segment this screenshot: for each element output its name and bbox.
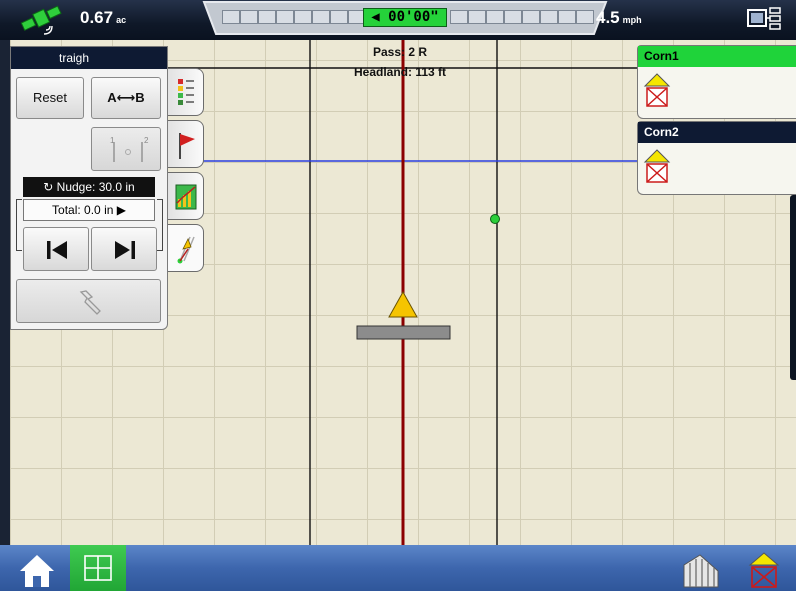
product-seed-icon bbox=[643, 73, 671, 107]
lightbar-segment bbox=[240, 10, 258, 24]
top-status-bar: 0.67 ac ◀ 00'00" 4.5 mph bbox=[0, 0, 796, 40]
lightbar-segment bbox=[576, 10, 594, 24]
nudge-value: Nudge: 30.0 in bbox=[56, 180, 135, 194]
lightbar-segment bbox=[276, 10, 294, 24]
area-value: 0.67 bbox=[80, 8, 114, 27]
lightbar-segment bbox=[312, 10, 330, 24]
headland-label: Headland: 113 ft bbox=[353, 65, 447, 79]
lightbar-segment bbox=[222, 10, 240, 24]
product-panel-corn2[interactable]: Corn2 bbox=[637, 121, 796, 195]
gps-point-marker bbox=[490, 214, 500, 224]
nudge-total-button[interactable]: Total: 0.0 in ▶ bbox=[23, 199, 155, 221]
vehicle-icon bbox=[388, 290, 418, 318]
lightbar-segment bbox=[504, 10, 522, 24]
nudge-label: ↻ Nudge: 30.0 in bbox=[23, 177, 155, 197]
legend-icon bbox=[178, 79, 194, 105]
lightbar: ◀ 00'00" bbox=[200, 0, 610, 36]
lightbar-segment bbox=[294, 10, 312, 24]
chart-icon bbox=[175, 184, 197, 210]
area-readout: 0.67 ac bbox=[80, 8, 126, 28]
skip-back-icon bbox=[47, 241, 67, 259]
product-control-icon[interactable] bbox=[744, 551, 784, 589]
nudge-right-button[interactable] bbox=[91, 227, 157, 271]
pass-label: Pass: 2 R bbox=[372, 45, 428, 59]
lightbar-segment bbox=[330, 10, 348, 24]
display-settings-icon[interactable] bbox=[746, 6, 782, 32]
cross-track-error: ◀ 00'00" bbox=[363, 8, 447, 27]
guidance-panel: traigh Reset A⟷B 1 2 ↻ Nudge: 30.0 in To… bbox=[10, 46, 168, 330]
legend-tab[interactable] bbox=[168, 68, 204, 116]
product-name: Corn1 bbox=[638, 46, 796, 67]
product-panel-corn1[interactable]: Corn1 bbox=[637, 45, 796, 119]
bottom-nav-bar bbox=[0, 545, 796, 591]
product-name: Corn2 bbox=[638, 122, 796, 143]
home-icon[interactable] bbox=[14, 551, 60, 589]
skip-forward-icon bbox=[115, 241, 135, 259]
lightbar-segment bbox=[558, 10, 576, 24]
flag-icon bbox=[179, 133, 195, 159]
wrench-icon bbox=[79, 290, 101, 315]
bin-icon[interactable] bbox=[680, 551, 724, 589]
nudge-left-button[interactable] bbox=[23, 227, 89, 271]
lightbar-segment bbox=[258, 10, 276, 24]
ab-line-button[interactable]: A⟷B bbox=[91, 77, 161, 119]
gps-status-icon[interactable] bbox=[20, 4, 64, 36]
lightbar-segment bbox=[486, 10, 504, 24]
implement-boom bbox=[356, 325, 451, 340]
lightbar-segment bbox=[522, 10, 540, 24]
svg-text:2: 2 bbox=[144, 136, 149, 145]
guidance-settings-button[interactable] bbox=[16, 279, 161, 323]
lightbar-segment bbox=[468, 10, 486, 24]
nudge-bracket-left bbox=[16, 199, 22, 251]
run-screen-button[interactable] bbox=[70, 545, 126, 591]
lightbar-segment bbox=[450, 10, 468, 24]
grid-icon bbox=[84, 555, 112, 581]
flag-tab[interactable] bbox=[168, 120, 204, 168]
area-unit: ac bbox=[116, 15, 127, 25]
reset-button[interactable]: Reset bbox=[16, 77, 84, 119]
ab-line-label: A⟷B bbox=[107, 90, 145, 105]
chart-tab[interactable] bbox=[168, 172, 204, 220]
shift-line-icon: 1 2 bbox=[110, 136, 149, 162]
product-seed-icon bbox=[643, 149, 671, 183]
right-panel-handle[interactable] bbox=[790, 195, 796, 380]
shift-line-button[interactable]: 1 2 bbox=[91, 127, 161, 171]
left-edge bbox=[0, 40, 10, 545]
pass-info: Pass: 2 R Headland: 113 ft bbox=[310, 42, 490, 82]
speed-readout: 4.5 mph bbox=[596, 8, 642, 28]
speed-unit: mph bbox=[622, 15, 642, 25]
nudge-icon: ↻ bbox=[43, 180, 54, 194]
lightbar-segment bbox=[540, 10, 558, 24]
guidance-icon bbox=[177, 236, 195, 264]
guidance-panel-title: traigh bbox=[11, 47, 167, 69]
guidance-tab[interactable] bbox=[168, 224, 204, 272]
speed-value: 4.5 bbox=[596, 8, 620, 27]
